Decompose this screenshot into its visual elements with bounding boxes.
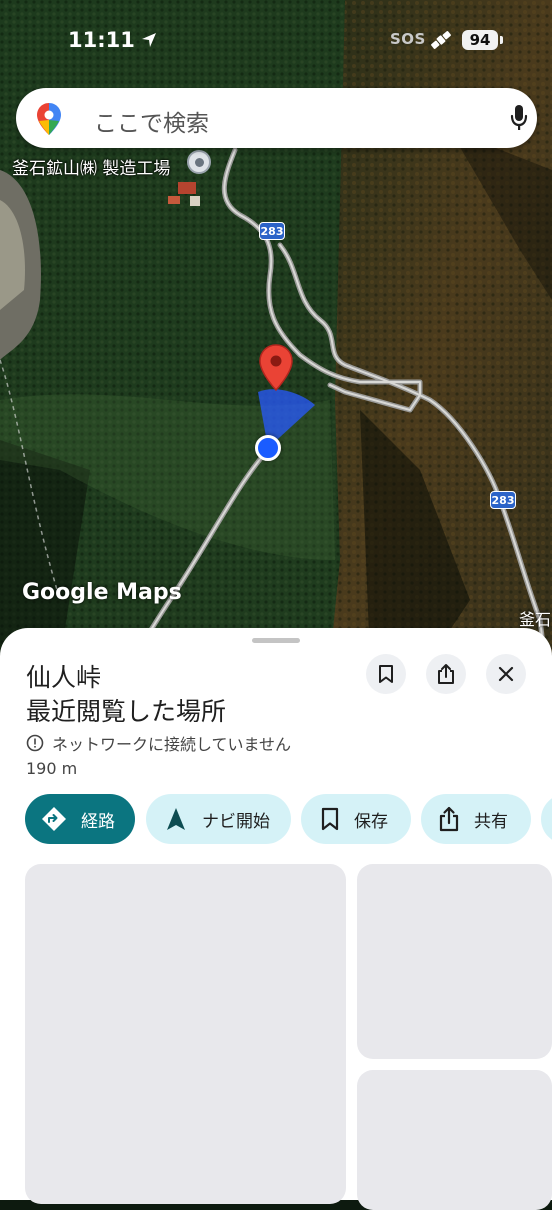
share-icon bbox=[438, 664, 454, 684]
road-number-shield: 283 bbox=[259, 222, 285, 240]
start-navigation-button[interactable]: ナビ開始 bbox=[146, 794, 291, 844]
map-edge-label: 釜石 bbox=[519, 610, 552, 629]
battery-cap bbox=[500, 36, 503, 44]
bookmark-icon bbox=[379, 665, 393, 683]
save-label: 保存 bbox=[354, 811, 388, 832]
search-bar[interactable]: ここで検索 bbox=[16, 88, 537, 148]
share-button[interactable] bbox=[426, 654, 466, 694]
microphone-icon[interactable] bbox=[510, 104, 528, 132]
close-button[interactable] bbox=[486, 654, 526, 694]
directions-label: 経路 bbox=[81, 811, 115, 832]
action-chips: 経路 ナビ開始 保存 共有 bbox=[25, 794, 552, 844]
place-title: 仙人峠 bbox=[26, 663, 102, 692]
google-maps-logo-icon bbox=[37, 103, 61, 135]
distance-text: 190 m bbox=[26, 759, 78, 778]
place-marker-icon[interactable] bbox=[259, 344, 293, 392]
share-label: 共有 bbox=[474, 811, 508, 832]
connection-status: ネットワークに接続していません bbox=[26, 731, 291, 755]
directions-button[interactable]: 経路 bbox=[25, 794, 135, 844]
share-chip-button[interactable]: 共有 bbox=[421, 794, 531, 844]
google-maps-watermark: Google Maps bbox=[22, 580, 182, 605]
satellite-icon bbox=[431, 31, 451, 49]
poi-marker-icon[interactable] bbox=[187, 150, 211, 174]
info-alert-icon bbox=[26, 734, 44, 752]
save-button[interactable]: 保存 bbox=[301, 794, 411, 844]
connection-status-text: ネットワークに接続していません bbox=[52, 735, 292, 754]
navigation-arrow-icon bbox=[167, 808, 185, 830]
photo-placeholder[interactable] bbox=[357, 864, 552, 1059]
directions-icon bbox=[42, 807, 66, 831]
photo-placeholder[interactable] bbox=[25, 864, 346, 1204]
save-bookmark-button[interactable] bbox=[366, 654, 406, 694]
sos-indicator: SOS bbox=[390, 30, 426, 48]
bookmark-icon bbox=[321, 807, 339, 831]
share-icon bbox=[439, 806, 459, 832]
road-number-shield: 283 bbox=[490, 491, 516, 509]
start-navigation-label: ナビ開始 bbox=[202, 811, 270, 832]
close-icon bbox=[498, 666, 514, 682]
sheet-drag-handle[interactable] bbox=[252, 638, 300, 643]
search-input[interactable]: ここで検索 bbox=[94, 104, 209, 138]
current-location-dot bbox=[255, 435, 281, 461]
location-arrow-icon bbox=[141, 33, 156, 47]
poi-label[interactable]: 釜石鉱山㈱ 製造工場 bbox=[12, 154, 170, 179]
place-subtitle: 最近閲覧した場所 bbox=[26, 697, 227, 726]
status-time: 11:11 bbox=[68, 28, 135, 52]
battery-indicator: 94 bbox=[462, 30, 498, 50]
more-actions-chip[interactable] bbox=[541, 794, 552, 844]
place-details-sheet: 仙人峠 最近閲覧した場所 ネットワークに接続していません 190 m 経路 ナビ… bbox=[0, 628, 552, 1210]
status-time-group: 11:11 bbox=[68, 28, 157, 52]
status-bar: 11:11 SOS 94 bbox=[0, 0, 552, 80]
photo-placeholder[interactable] bbox=[357, 1070, 552, 1210]
